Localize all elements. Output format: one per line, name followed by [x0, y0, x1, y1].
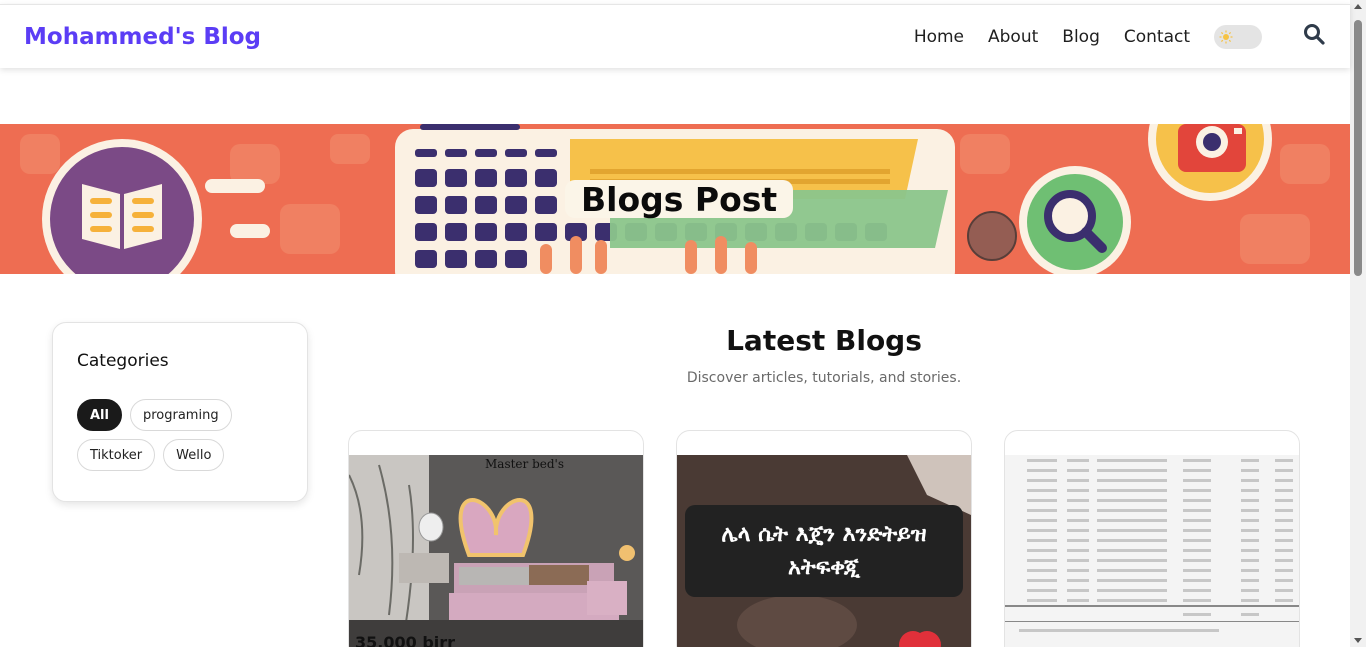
card-image-price-text: 35,000 birr — [355, 633, 456, 647]
nav-link-home[interactable]: Home — [914, 27, 964, 47]
theme-toggle[interactable] — [1214, 24, 1262, 49]
latest-blogs-subtitle: Discover articles, tutorials, and storie… — [686, 370, 962, 386]
category-chip-all[interactable]: All — [77, 399, 122, 431]
blog-card-image — [1005, 455, 1299, 647]
category-chips: All programing Tiktoker Wello — [77, 399, 283, 471]
blog-card[interactable]: ሌላ ሴት እጄን እንድትይዝ አትፍቀጂ — [676, 430, 972, 647]
nav-right: Home About Blog Contact — [914, 23, 1326, 50]
page-scrollbar[interactable] — [1350, 0, 1366, 647]
category-chip-wello[interactable]: Wello — [163, 439, 225, 471]
categories-title: Categories — [77, 351, 169, 371]
blog-card[interactable] — [1004, 430, 1300, 647]
card-image-brand-text: Master bed's — [485, 457, 564, 471]
latest-blogs-title: Latest Blogs — [726, 324, 922, 357]
search-button[interactable] — [1302, 23, 1326, 50]
scroll-up-icon[interactable] — [1354, 4, 1362, 9]
category-chip-tiktoker[interactable]: Tiktoker — [77, 439, 156, 471]
blog-card-image: Master bed's 35,000 birr — [349, 455, 643, 647]
nav-link-blog[interactable]: Blog — [1062, 27, 1100, 47]
scrollbar-thumb[interactable] — [1354, 20, 1362, 276]
navbar: Mohammed's Blog Home About Blog Contact — [0, 4, 1350, 68]
site-brand[interactable]: Mohammed's Blog — [24, 24, 261, 50]
scroll-down-icon[interactable] — [1354, 638, 1362, 643]
categories-panel: Categories All programing Tiktoker Wello — [52, 322, 308, 502]
hero-title: Blogs Post — [565, 180, 794, 219]
nav-link-contact[interactable]: Contact — [1124, 27, 1190, 47]
blog-card[interactable]: Master bed's 35,000 birr — [348, 430, 644, 647]
nav-link-about[interactable]: About — [988, 27, 1038, 47]
sun-icon — [1219, 30, 1233, 44]
search-icon — [1303, 23, 1325, 50]
category-chip-programing[interactable]: programing — [129, 399, 232, 431]
blog-card-image: ሌላ ሴት እጄን እንድትይዝ አትፍቀጂ — [677, 455, 971, 647]
card-image-caption: ሌላ ሴት እጄን እንድትይዝ አትፍቀጂ — [685, 505, 963, 597]
